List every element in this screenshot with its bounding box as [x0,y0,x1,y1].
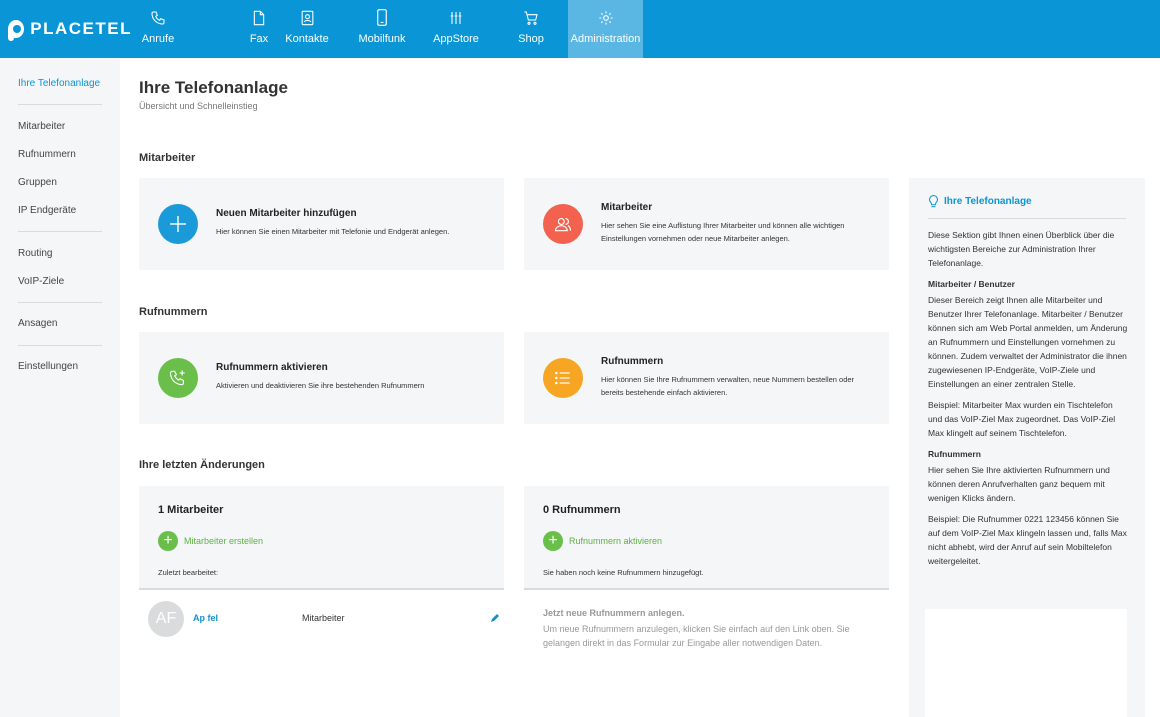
phone-icon [151,11,165,25]
info-title: Ihre Telefonanlage [928,195,1032,208]
plus-icon [158,204,198,244]
card-description: Hier können Sie einen Mitarbeiter mit Te… [216,227,450,236]
info-example-mitarbeiter: Beispiel: Mitarbeiter Max wurden ein Tis… [928,400,1116,438]
card-title: Rufnummern aktivieren [216,362,328,373]
sidebar-item-mitarbeiter[interactable]: Mitarbeiter [18,121,65,132]
sidebar-divider [18,231,102,232]
nav-label: Shop [518,33,544,45]
empty-numbers-text: Um neue Rufnummern anzulegen, klicken Si… [543,624,850,648]
fax-icon [253,10,265,26]
nav-label: Kontakte [285,33,329,45]
cart-icon [524,11,538,25]
info-body: Diese Sektion gibt Ihnen einen Überblick… [928,228,1128,575]
card-title: Mitarbeiter [601,202,653,213]
nav-anrufe[interactable]: Anrufe [132,0,184,58]
sidebar-divider [18,302,102,303]
sidebar-item-routing[interactable]: Routing [18,248,52,259]
nav-label: Mobilfunk [358,33,406,45]
info-heading-rufnummern: Rufnummern [928,449,981,459]
recent-employees-title: 1 Mitarbeiter [158,504,224,516]
section-heading-mitarbeiter: Mitarbeiter [139,152,196,164]
numbers-card[interactable]: Rufnummern Hier können Sie Ihre Rufnumme… [524,332,889,424]
sidebar-divider [18,104,102,105]
info-title-text: Ihre Telefonanlage [944,196,1032,207]
section-heading-recent: Ihre letzten Änderungen [139,459,265,471]
sidebar-divider [18,345,102,346]
sidebar-item-einstellungen[interactable]: Einstellungen [18,361,78,372]
info-heading-mitarbeiter: Mitarbeiter / Benutzer [928,279,1015,289]
card-description: Hier sehen Sie eine Auflistung Ihrer Mit… [601,221,845,243]
placetel-logo[interactable]: PLACETEL [0,0,132,58]
last-edited-label: Zuletzt bearbeitet: [158,568,219,577]
appstore-icon [450,12,462,24]
placetel-logo-icon [8,20,25,41]
employee-role: Mitarbeiter [302,613,345,623]
nav-label: Fax [249,33,269,45]
create-employee-label: Mitarbeiter erstellen [184,536,264,546]
top-navigation: PLACETEL Anrufe Fax Kontakte Mobilfunk A… [0,0,1160,58]
sidebar-item-ansagen[interactable]: Ansagen [18,318,57,329]
plus-icon: + [543,531,563,551]
avatar: AF [148,601,184,637]
info-blank-area [925,609,1127,717]
nav-label: Anrufe [141,33,175,45]
activate-numbers-label: Rufnummern aktivieren [569,536,663,546]
users-icon [543,204,583,244]
phone-add-icon [158,358,198,398]
recent-numbers-card: 0 Rufnummern + Rufnummern aktivieren Sie… [524,486,889,590]
sidebar-item-rufnummern[interactable]: Rufnummern [18,149,76,160]
nav-shop[interactable]: Shop [501,0,561,58]
page-title: Ihre Telefonanlage [139,78,288,97]
info-intro: Diese Sektion gibt Ihnen einen Überblick… [928,230,1115,268]
recent-numbers-title: 0 Rufnummern [543,504,621,516]
card-title: Rufnummern [601,356,664,367]
list-icon [543,358,583,398]
info-text-rufnummern: Hier sehen Sie Ihre aktivierten Rufnumme… [928,465,1110,503]
nav-appstore[interactable]: AppStore [426,0,486,58]
sidebar-item-gruppen[interactable]: Gruppen [18,177,57,188]
card-description: Aktivieren und deaktivieren Sie ihre bes… [216,381,425,390]
nav-administration[interactable]: Administration [568,0,643,58]
edit-pencil-icon[interactable] [490,613,500,623]
lightbulb-icon [929,195,938,208]
activate-numbers-card[interactable]: Rufnummern aktivieren Aktivieren und dea… [139,332,504,424]
card-description: Hier können Sie Ihre Rufnummern verwalte… [601,375,855,397]
nav-label: AppStore [433,33,479,45]
sidebar-item-voip-ziele[interactable]: VoIP-Ziele [18,276,64,287]
sidebar: Ihre Telefonanlage Mitarbeiter Rufnummer… [0,58,120,717]
nav-kontakte[interactable]: Kontakte [277,0,337,58]
card-title: Neuen Mitarbeiter hinzufügen [216,208,357,219]
info-example-rufnummern: Beispiel: Die Rufnummer 0221 123456 könn… [928,514,1127,566]
section-heading-rufnummern: Rufnummern [139,306,208,318]
employees-card[interactable]: Mitarbeiter Hier sehen Sie eine Auflistu… [524,178,889,270]
plus-icon: + [158,531,178,551]
mobile-icon [377,9,387,26]
activate-numbers-link[interactable]: + Rufnummern aktivieren [543,531,662,551]
contacts-icon [301,10,313,26]
page-subtitle: Übersicht und Schnelleinstieg [139,101,258,111]
empty-numbers-title: Jetzt neue Rufnummern anlegen. [543,608,685,618]
recent-employees-card: 1 Mitarbeiter + Mitarbeiter erstellen Zu… [139,486,504,590]
employee-name-link[interactable]: Ap fel [193,613,218,623]
info-panel: Ihre Telefonanlage Diese Sektion gibt Ih… [909,178,1145,717]
create-employee-link[interactable]: + Mitarbeiter erstellen [158,531,263,551]
sidebar-item-ip-endgeraete[interactable]: IP Endgeräte [18,205,76,216]
add-employee-card[interactable]: Neuen Mitarbeiter hinzufügen Hier können… [139,178,504,270]
info-divider [928,218,1126,219]
sidebar-item-telefonanlage[interactable]: Ihre Telefonanlage [18,78,100,89]
nav-label: Administration [570,33,641,45]
no-numbers-note: Sie haben noch keine Rufnummern hinzugef… [543,568,704,577]
gear-icon [598,11,613,25]
nav-mobilfunk[interactable]: Mobilfunk [352,0,412,58]
info-text-mitarbeiter: Dieser Bereich zeigt Ihnen alle Mitarbei… [928,295,1128,389]
brand-name: PLACETEL [30,19,132,38]
